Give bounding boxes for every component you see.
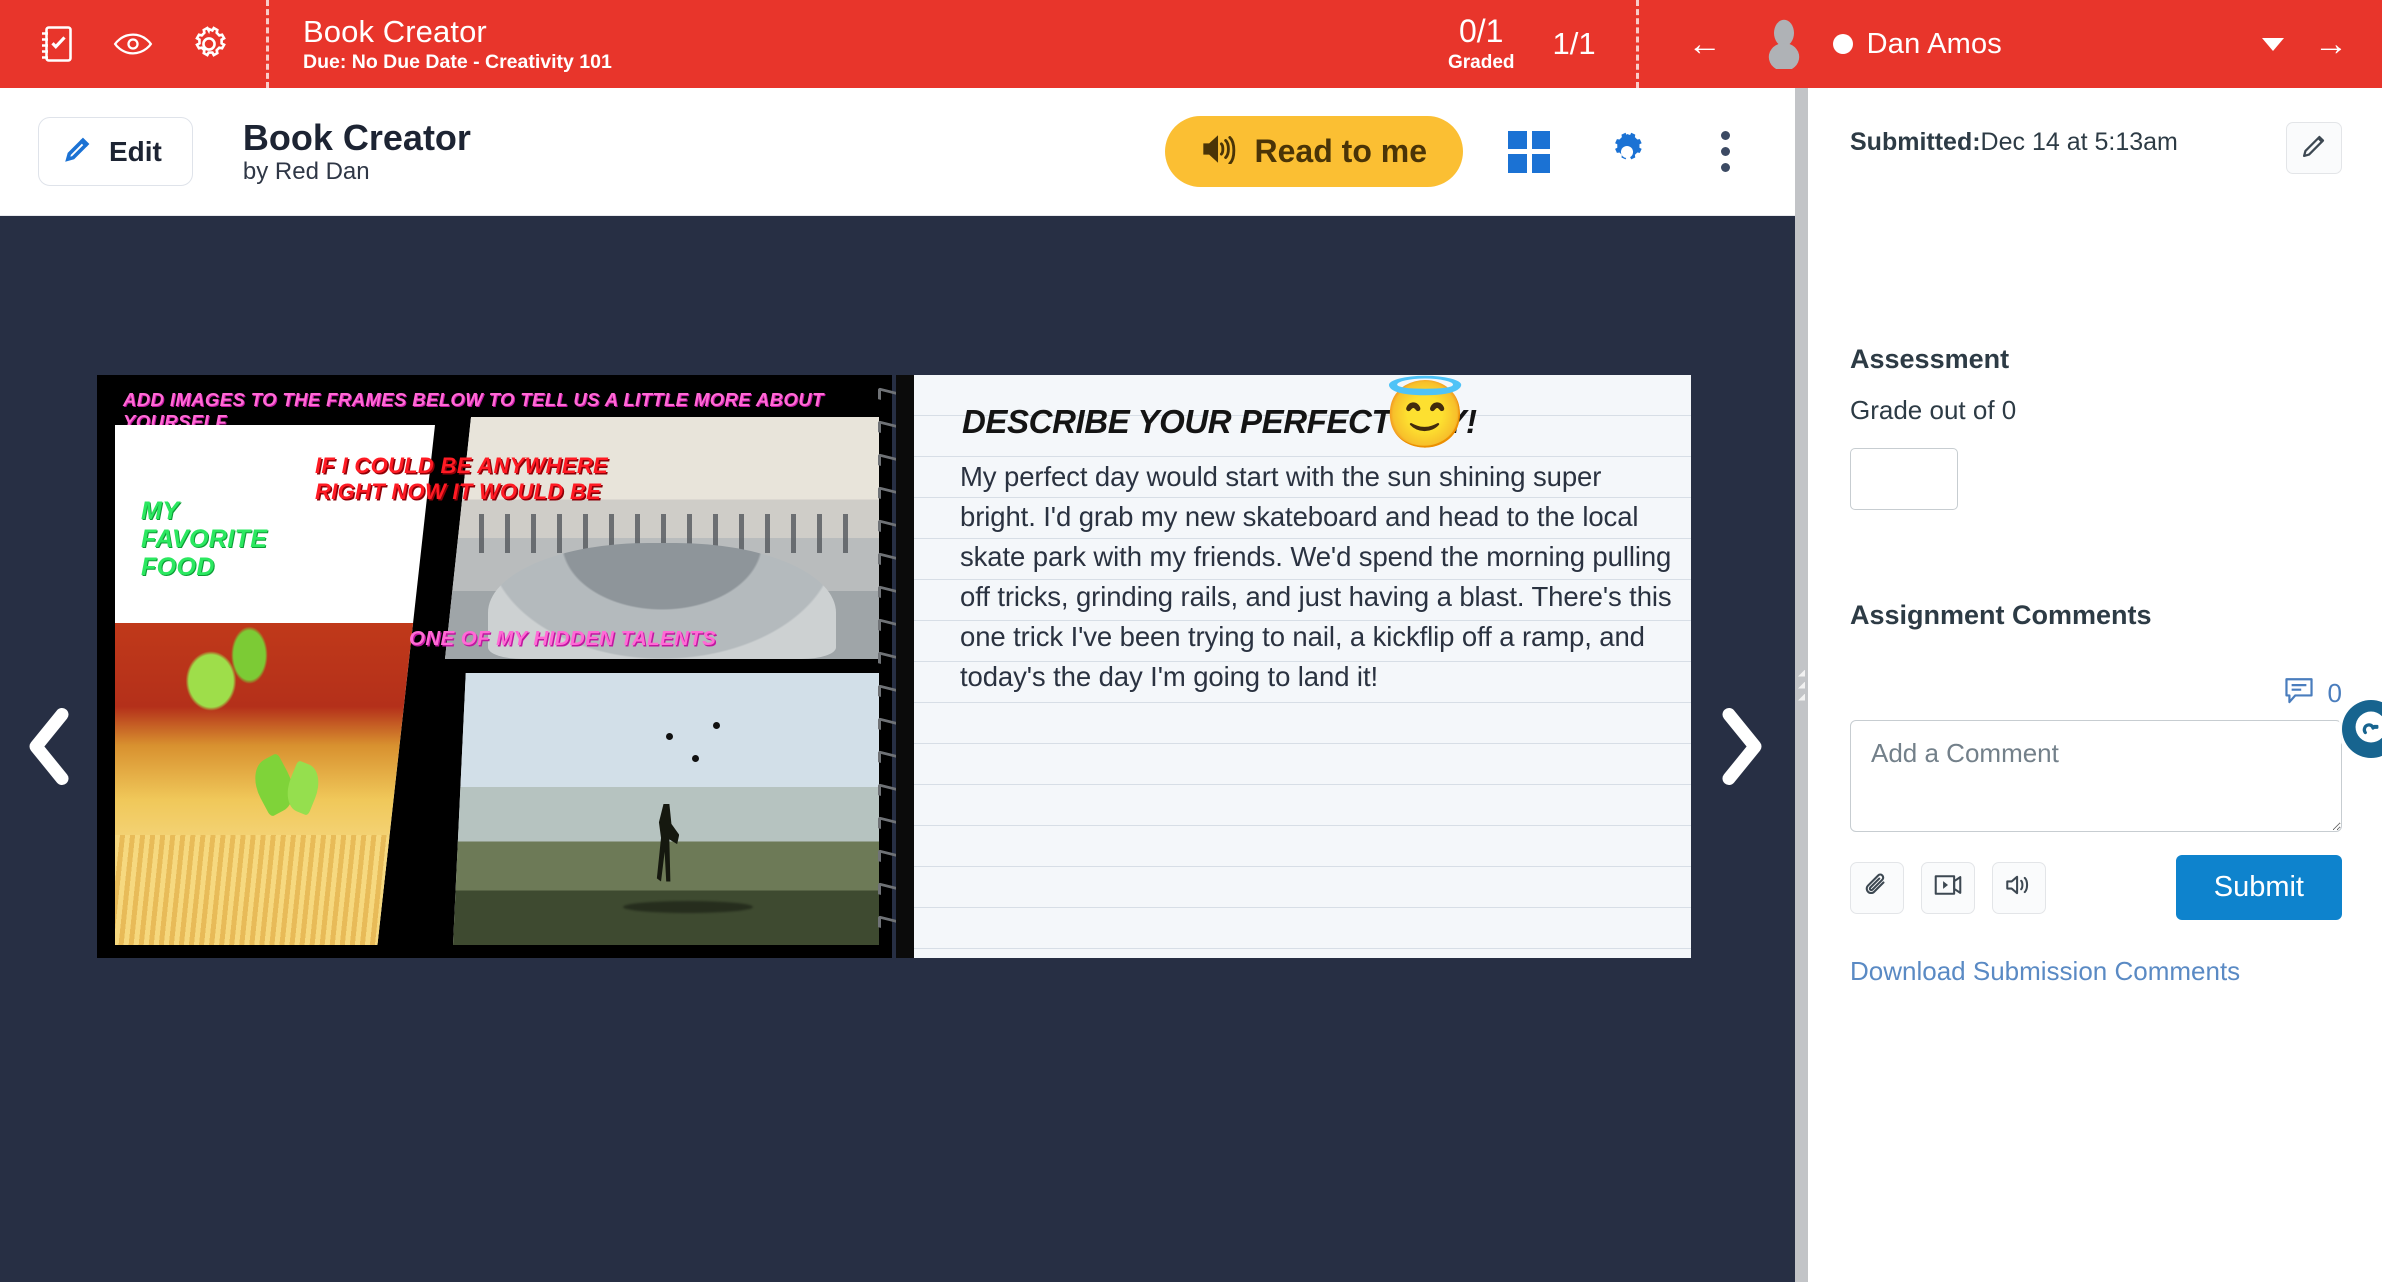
graded-label: Graded bbox=[1447, 51, 1515, 73]
book-author: by Red Dan bbox=[242, 158, 370, 186]
grade-out-of-label: Grade out of 0 bbox=[1850, 395, 2017, 425]
book-page-right[interactable]: DESCRIBE YOUR PERFECT DAY! 😇 My perfect … bbox=[896, 375, 1691, 958]
comment-bubble-icon bbox=[2284, 677, 2314, 710]
topbar-icon-group bbox=[0, 21, 266, 67]
juggler-silhouette bbox=[656, 803, 680, 882]
assignment-icon[interactable] bbox=[34, 21, 80, 67]
top-navigation-bar: Book Creator Due: No Due Date - Creativi… bbox=[0, 0, 2382, 88]
submitted-row: Submitted:Dec 14 at 5:13am bbox=[1850, 122, 2342, 174]
juggling-ball-3 bbox=[666, 732, 673, 740]
eye-icon[interactable] bbox=[110, 21, 156, 67]
kebab-glyph bbox=[1720, 131, 1730, 172]
juggler-shadow bbox=[623, 901, 754, 914]
student-name: Dan Amos bbox=[1866, 27, 2002, 60]
right-page-body-text: My perfect day would start with the sun … bbox=[960, 461, 1672, 692]
submit-button[interactable]: Submit bbox=[2175, 855, 2342, 920]
submitted-info: Submitted:Dec 14 at 5:13am bbox=[1850, 122, 2178, 157]
hidden-talents-frame bbox=[453, 673, 879, 945]
juggling-ball-1 bbox=[691, 754, 699, 762]
pencil-icon bbox=[63, 134, 93, 169]
student-selector[interactable]: ← Dan Amos → bbox=[1639, 15, 2382, 73]
submission-position: 1/1 bbox=[1552, 26, 1596, 61]
comment-count: 0 bbox=[2327, 678, 2342, 708]
assignment-comments-heading: Assignment Comments bbox=[1850, 600, 2152, 630]
anywhere-label: IF I COULD BE ANYWHERE RIGHT NOW IT WOUL… bbox=[315, 453, 609, 505]
attach-file-button[interactable] bbox=[1850, 861, 1904, 914]
resize-grip-2 bbox=[1798, 681, 1805, 689]
video-icon bbox=[1933, 872, 1963, 903]
next-page-button[interactable] bbox=[1711, 705, 1773, 794]
grading-sidebar: Submitted:Dec 14 at 5:13am Assessment Gr… bbox=[1808, 88, 2382, 1282]
status-badge bbox=[1832, 34, 1853, 54]
comment-input[interactable] bbox=[1850, 720, 2342, 832]
juggling-ball-2 bbox=[712, 721, 720, 729]
previous-page-button[interactable] bbox=[18, 705, 80, 794]
edit-submission-button[interactable] bbox=[2286, 122, 2342, 174]
grid-view-icon[interactable] bbox=[1497, 120, 1561, 184]
noodle-texture bbox=[115, 835, 435, 945]
next-student-icon[interactable]: → bbox=[2284, 25, 2382, 64]
chat-support-icon bbox=[2354, 710, 2382, 749]
book-page-left[interactable]: ADD IMAGES TO THE FRAMES BELOW TO TELL U… bbox=[97, 375, 892, 958]
main-content: Edit Book Creator by Red Dan Read to me bbox=[0, 88, 2382, 1282]
avatar bbox=[1755, 15, 1813, 73]
book-stage: ADD IMAGES TO THE FRAMES BELOW TO TELL U… bbox=[0, 216, 1795, 1282]
hidden-talents-label: ONE OF MY HIDDEN TALENTS bbox=[409, 627, 717, 650]
paperclip-icon bbox=[1863, 871, 1891, 904]
smiling-face-with-halo-icon: 😇 bbox=[1384, 377, 1467, 451]
chat-support-button[interactable] bbox=[2342, 700, 2382, 758]
comment-tools: Submit bbox=[1850, 855, 2342, 920]
assignment-due-info: Due: No Due Date - Creativity 101 bbox=[303, 50, 612, 73]
juggler-photo bbox=[453, 673, 879, 945]
submission-viewer: Edit Book Creator by Red Dan Read to me bbox=[0, 88, 1795, 1282]
resize-grip-1 bbox=[1798, 669, 1805, 677]
spaghetti-photo bbox=[115, 622, 435, 945]
comment-count-row: 0 bbox=[1850, 677, 2342, 710]
speaker-icon bbox=[1201, 134, 1237, 169]
grade-input[interactable] bbox=[1850, 448, 1958, 510]
resize-grip-3 bbox=[1798, 693, 1805, 701]
assignment-info: Book Creator Due: No Due Date - Creativi… bbox=[269, 13, 612, 73]
assessment-heading: Assessment bbox=[1850, 344, 2010, 374]
assessment-spacer bbox=[1850, 510, 2342, 600]
favorite-food-label: MY FAVORITE FOOD bbox=[141, 497, 268, 581]
edit-button[interactable]: Edit bbox=[38, 117, 193, 186]
grading-app-window: Book Creator Due: No Due Date - Creativi… bbox=[0, 0, 2382, 1282]
pencil-icon bbox=[2299, 131, 2329, 166]
record-audio-button[interactable] bbox=[1992, 861, 2046, 914]
book-spread: ADD IMAGES TO THE FRAMES BELOW TO TELL U… bbox=[97, 375, 1691, 958]
download-submission-comments-link[interactable]: Download Submission Comments bbox=[1850, 956, 2240, 987]
assignment-title: Book Creator bbox=[303, 13, 487, 49]
speaker-icon bbox=[2004, 872, 2034, 903]
more-options-icon[interactable] bbox=[1693, 120, 1757, 184]
read-to-me-label: Read to me bbox=[1254, 133, 1427, 169]
submitted-value: Dec 14 at 5:13am bbox=[1980, 128, 2178, 156]
record-video-button[interactable] bbox=[1921, 861, 1975, 914]
book-title: Book Creator bbox=[242, 116, 471, 158]
book-meta: Book Creator by Red Dan bbox=[242, 116, 471, 186]
chevron-down-icon[interactable] bbox=[2262, 37, 2284, 51]
book-toolbar: Edit Book Creator by Red Dan Read to me bbox=[0, 88, 1795, 216]
panel-resize-handle[interactable] bbox=[1795, 88, 1808, 1282]
book-settings-gear-icon[interactable] bbox=[1595, 120, 1659, 184]
submitted-label: Submitted: bbox=[1850, 128, 1981, 156]
submission-preview-spacer bbox=[1850, 174, 2342, 344]
read-to-me-button[interactable]: Read to me bbox=[1164, 116, 1463, 187]
previous-student-icon[interactable]: ← bbox=[1677, 16, 1733, 72]
graded-count: 0/1 Graded bbox=[1426, 15, 1537, 73]
graded-score: 0/1 bbox=[1458, 13, 1504, 50]
edit-button-label: Edit bbox=[109, 135, 162, 167]
gear-icon[interactable] bbox=[186, 21, 232, 67]
grid-glyph bbox=[1508, 130, 1550, 173]
